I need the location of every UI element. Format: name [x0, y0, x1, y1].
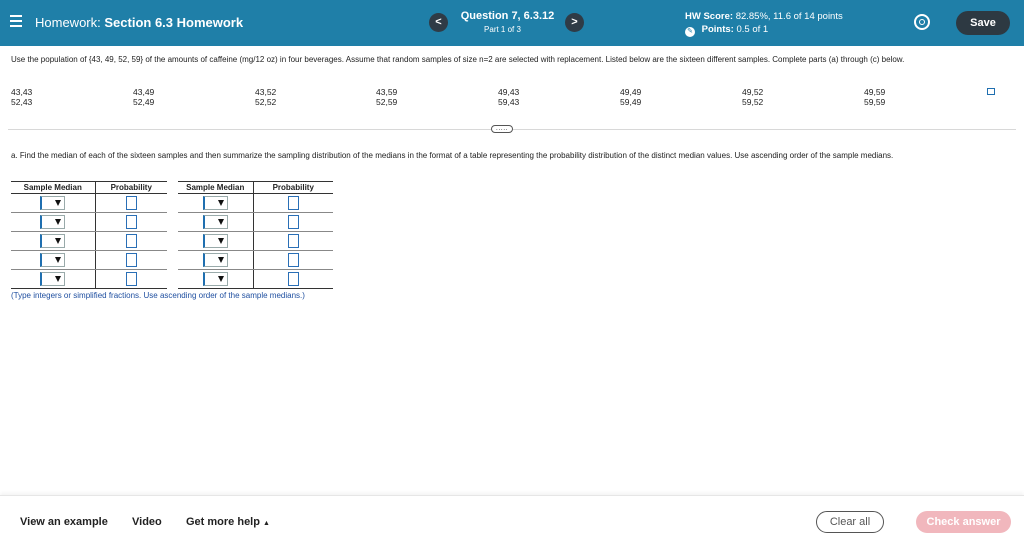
copy-data-icon[interactable] [987, 88, 995, 95]
dropdown-arrow-icon [217, 257, 224, 263]
median-dropdown[interactable] [202, 234, 228, 248]
sample: 43,43 [11, 87, 33, 97]
probability-input[interactable] [287, 253, 299, 267]
sample-column-4: 43,59 52,59 [376, 87, 397, 107]
hw-score: HW Score: 82.85%, 11.6 of 14 points [685, 11, 843, 22]
points-value: 0.5 of 1 [736, 24, 769, 35]
distribution-table-left: Sample Median Probability [11, 181, 167, 289]
settings-gear-icon[interactable] [914, 14, 930, 30]
sample: 49,59 [864, 87, 886, 97]
dropdown-arrow-icon [55, 257, 62, 263]
probability-input[interactable] [125, 272, 137, 286]
median-dropdown[interactable] [202, 196, 228, 210]
probability-input[interactable] [287, 196, 299, 210]
get-more-help-label: Get more help [186, 516, 260, 528]
dropdown-arrow-icon [55, 276, 62, 282]
sample-column-3: 43,52 52,52 [255, 87, 276, 107]
probability-input[interactable] [125, 215, 137, 229]
probability-input[interactable] [287, 234, 299, 248]
homework-title: Homework: Section 6.3 Homework [35, 15, 243, 30]
column-header-probability: Probability [95, 181, 167, 194]
probability-input[interactable] [125, 253, 137, 267]
distribution-table-right: Sample Median Probability [178, 181, 333, 289]
question-part: Part 1 of 3 [484, 25, 521, 34]
sample-column-5: 49,43 59,43 [498, 87, 519, 107]
homework-name: Section 6.3 Homework [104, 15, 244, 30]
column-header-probability: Probability [253, 181, 333, 194]
dropdown-arrow-icon [55, 238, 62, 244]
sample: 59,52 [742, 97, 764, 107]
dropdown-arrow-icon [217, 200, 224, 206]
probability-input[interactable] [287, 215, 299, 229]
view-example-link[interactable]: View an example [20, 516, 108, 528]
dropdown-arrow-icon [55, 219, 62, 225]
sample: 43,52 [255, 87, 277, 97]
video-link[interactable]: Video [132, 516, 162, 528]
caret-up-icon: ▲ [263, 520, 270, 527]
sample: 59,59 [864, 97, 886, 107]
question-title: Question 7, 6.3.12 [460, 10, 555, 22]
sample-column-1: 43,43 52,43 [11, 87, 32, 107]
sample: 52,43 [11, 97, 33, 107]
expand-more-button[interactable]: ..... [491, 125, 513, 133]
probability-input[interactable] [287, 272, 299, 286]
sample-column-7: 49,52 59,52 [742, 87, 763, 107]
top-bar: Homework: Section 6.3 Homework < Questio… [0, 0, 1024, 46]
sample: 43,59 [376, 87, 398, 97]
sample: 43,49 [133, 87, 155, 97]
probability-input[interactable] [125, 196, 137, 210]
median-dropdown[interactable] [40, 272, 66, 286]
points: ✎ Points: 0.5 of 1 [685, 24, 768, 37]
median-dropdown[interactable] [202, 272, 228, 286]
clear-all-button[interactable]: Clear all [816, 511, 884, 533]
dropdown-arrow-icon [217, 276, 224, 282]
footer-bar: View an example Video Get more help ▲ Cl… [0, 495, 1024, 548]
sample-column-8: 49,59 59,59 [864, 87, 885, 107]
column-header-sample-median: Sample Median [178, 181, 254, 194]
sample: 49,52 [742, 87, 764, 97]
sample: 52,49 [133, 97, 155, 107]
median-dropdown[interactable] [40, 234, 66, 248]
sample: 49,43 [498, 87, 520, 97]
sample: 49,49 [620, 87, 642, 97]
problem-statement: Use the population of {43, 49, 52, 59} o… [11, 55, 905, 64]
dropdown-arrow-icon [217, 219, 224, 225]
median-dropdown[interactable] [202, 215, 228, 229]
sample-column-2: 43,49 52,49 [133, 87, 154, 107]
sample-column-6: 49,49 59,49 [620, 87, 641, 107]
median-dropdown[interactable] [40, 196, 66, 210]
save-button[interactable]: Save [956, 11, 1010, 35]
dropdown-arrow-icon [55, 200, 62, 206]
next-question-button[interactable]: > [565, 13, 584, 32]
part-a-instructions: a. Find the median of each of the sixtee… [11, 151, 894, 160]
sample: 59,49 [620, 97, 642, 107]
median-dropdown[interactable] [40, 215, 66, 229]
sample: 52,59 [376, 97, 398, 107]
points-label: Points: [701, 24, 734, 35]
get-more-help-link[interactable]: Get more help ▲ [186, 516, 270, 528]
hw-score-label: HW Score: [685, 11, 734, 22]
points-status-icon: ✎ [685, 27, 695, 37]
hw-score-value: 82.85%, 11.6 of 14 points [735, 11, 843, 22]
median-dropdown[interactable] [202, 253, 228, 267]
sample: 59,43 [498, 97, 520, 107]
column-header-sample-median: Sample Median [11, 181, 96, 194]
check-answer-button[interactable]: Check answer [916, 511, 1011, 533]
median-dropdown[interactable] [40, 253, 66, 267]
homework-prefix: Homework: [35, 15, 101, 30]
dropdown-arrow-icon [217, 238, 224, 244]
previous-question-button[interactable]: < [429, 13, 448, 32]
answer-format-hint: (Type integers or simplified fractions. … [11, 291, 305, 300]
menu-icon[interactable] [10, 15, 22, 29]
sample: 52,52 [255, 97, 277, 107]
probability-input[interactable] [125, 234, 137, 248]
